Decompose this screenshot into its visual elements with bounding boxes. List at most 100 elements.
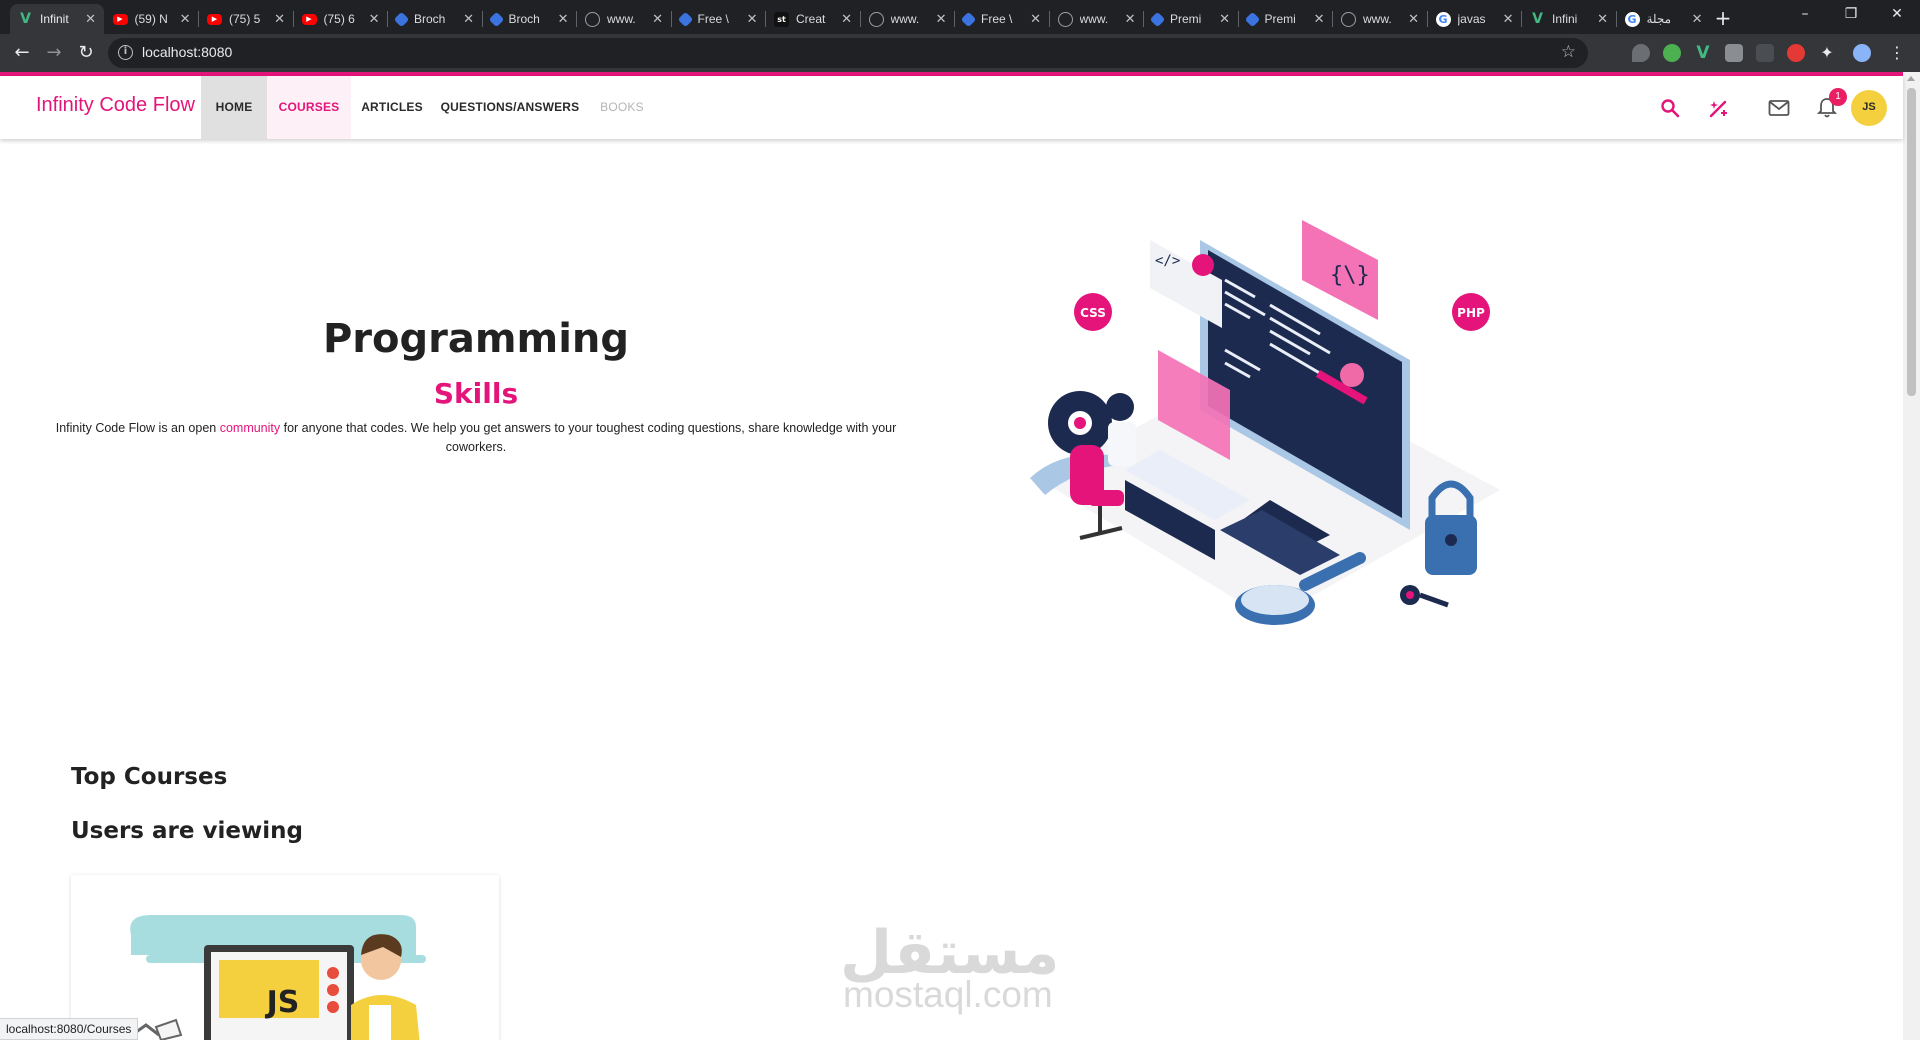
- extensions-puzzle-icon[interactable]: ✦: [1818, 44, 1836, 62]
- browser-tab[interactable]: G مجلة ✕: [1617, 4, 1711, 34]
- browser-tab-title: (75) 6: [323, 12, 355, 26]
- new-tab-button[interactable]: +: [1709, 4, 1737, 32]
- site-icon: [488, 11, 504, 27]
- shield-extension-icon[interactable]: [1632, 44, 1650, 62]
- top-courses-heading: Top Courses: [71, 764, 228, 790]
- link-status-bar: localhost:8080/Courses: [0, 1018, 139, 1040]
- course-card-image: JS: [122, 915, 426, 1040]
- tab-close-icon[interactable]: ✕: [274, 12, 285, 27]
- php-bubble-label: PHP: [1457, 306, 1485, 320]
- forward-arrow-icon[interactable]: →: [42, 41, 66, 65]
- extension-grey-icon[interactable]: [1756, 44, 1774, 62]
- tab-close-icon[interactable]: ✕: [1125, 12, 1136, 27]
- tab-close-icon[interactable]: ✕: [1314, 12, 1325, 27]
- globe-icon: [1341, 11, 1356, 27]
- browser-tab[interactable]: V Infinit ✕: [10, 4, 104, 34]
- browser-tab-title: www.: [1363, 12, 1392, 26]
- tab-close-icon[interactable]: ✕: [747, 12, 758, 27]
- browser-tab-title: Free \: [697, 12, 729, 26]
- youtube-icon: ▶: [112, 13, 128, 25]
- browser-tab-title: www.: [1079, 12, 1109, 26]
- browser-tab[interactable]: www. ✕: [577, 4, 671, 34]
- tab-close-icon[interactable]: ✕: [936, 12, 947, 27]
- back-arrow-icon[interactable]: ←: [10, 41, 34, 65]
- hero-illustration: {\} </> CSS PHP: [1000, 200, 1520, 670]
- browser-tab[interactable]: www. ✕: [861, 4, 955, 34]
- nav-questions-answers[interactable]: QUESTIONS/ANSWERS: [440, 76, 580, 139]
- page-scrollbar[interactable]: [1903, 72, 1920, 1040]
- tab-close-icon[interactable]: ✕: [1030, 12, 1041, 27]
- address-bar[interactable]: i localhost:8080 ☆: [108, 38, 1588, 68]
- browser-tab[interactable]: ▶ (75) 5 ✕: [199, 4, 293, 34]
- site-header: Infinity Code Flow HOME COURSES ARTICLES…: [0, 76, 1903, 139]
- browser-tab-title: Premi: [1170, 12, 1202, 26]
- extension-window-icon[interactable]: [1725, 44, 1743, 62]
- site-icon: [677, 11, 693, 27]
- scrollbar-thumb[interactable]: [1907, 88, 1916, 396]
- tab-close-icon[interactable]: ✕: [1219, 12, 1230, 27]
- tab-close-icon[interactable]: ✕: [85, 12, 96, 27]
- minimize-icon[interactable]: –: [1782, 0, 1828, 30]
- close-window-icon[interactable]: ✕: [1874, 0, 1920, 30]
- tab-close-icon[interactable]: ✕: [1408, 12, 1419, 27]
- nav-books[interactable]: BOOKS: [592, 76, 652, 139]
- community-link[interactable]: community: [220, 421, 280, 435]
- browser-tab-title: www.: [607, 12, 636, 26]
- browser-tab[interactable]: Premi ✕: [1144, 4, 1238, 34]
- extension-red-icon[interactable]: [1787, 44, 1805, 62]
- browser-tab[interactable]: Free \ ✕: [672, 4, 766, 34]
- tab-close-icon[interactable]: ✕: [558, 12, 569, 27]
- tab-close-icon[interactable]: ✕: [1597, 12, 1608, 27]
- magic-wand-icon[interactable]: [1705, 94, 1733, 122]
- js-badge-text: JS: [265, 985, 300, 1020]
- tab-close-icon[interactable]: ✕: [1503, 12, 1514, 27]
- search-icon[interactable]: [1656, 94, 1684, 122]
- profile-avatar-icon[interactable]: [1853, 44, 1871, 62]
- browser-tab-title: Broch: [414, 12, 446, 26]
- browser-tab-title: javas: [1457, 12, 1486, 26]
- site-icon: [1149, 11, 1166, 27]
- browser-tab-title: Infini: [1552, 12, 1578, 26]
- vue-devtools-icon[interactable]: V: [1694, 44, 1712, 62]
- bookmark-star-icon[interactable]: ☆: [1561, 42, 1576, 62]
- browser-tab[interactable]: Gjavas ✕: [1428, 4, 1522, 34]
- browser-tab-strip: V Infinit ✕ ▶ (59) N ✕ ▶ (75) 5 ✕ ▶ (75) 6 ✕ Broch ✕ B…: [0, 0, 1920, 34]
- browser-tab[interactable]: ▶ (75) 6 ✕: [294, 4, 388, 34]
- browser-tab[interactable]: st Creat ✕: [766, 4, 860, 34]
- browser-tab[interactable]: Premi ✕: [1239, 4, 1333, 34]
- browser-tab-title: Premi: [1264, 12, 1296, 26]
- site-icon: [393, 11, 410, 27]
- course-card[interactable]: JS: [71, 875, 499, 1040]
- nav-courses[interactable]: COURSES: [267, 76, 351, 139]
- browser-tab[interactable]: Broch ✕: [388, 4, 482, 34]
- site-info-icon[interactable]: i: [118, 45, 133, 60]
- nav-home[interactable]: HOME: [201, 76, 267, 139]
- mail-icon[interactable]: [1765, 94, 1793, 122]
- extension-color-icon[interactable]: [1663, 44, 1681, 62]
- watermark-latin: mostaql.com: [843, 974, 1053, 1015]
- reload-icon[interactable]: ↻: [74, 41, 98, 65]
- vue-icon: V: [20, 11, 31, 27]
- browser-tab[interactable]: Broch ✕: [483, 4, 577, 34]
- tab-close-icon[interactable]: ✕: [369, 12, 380, 27]
- google-icon: G: [1624, 11, 1640, 27]
- svg-text:{\}: {\}: [1330, 263, 1370, 288]
- tab-close-icon[interactable]: ✕: [1692, 12, 1703, 27]
- scroll-up-arrow-icon[interactable]: [1907, 76, 1915, 81]
- browser-tab[interactable]: www. ✕: [1333, 4, 1427, 34]
- tab-close-icon[interactable]: ✕: [463, 12, 474, 27]
- nav-articles[interactable]: ARTICLES: [355, 76, 429, 139]
- restore-icon[interactable]: ❐: [1828, 0, 1874, 30]
- user-avatar[interactable]: JS: [1851, 90, 1887, 126]
- browser-tab[interactable]: ▶ (59) N ✕: [105, 4, 199, 34]
- tab-close-icon[interactable]: ✕: [180, 12, 191, 27]
- browser-menu-icon[interactable]: ⋮: [1888, 44, 1906, 62]
- browser-tab[interactable]: Free \ ✕: [955, 4, 1049, 34]
- vue-icon: V: [1532, 11, 1543, 27]
- st-icon: st: [774, 11, 789, 27]
- site-logo[interactable]: Infinity Code Flow: [36, 94, 195, 117]
- browser-tab[interactable]: www. ✕: [1050, 4, 1144, 34]
- tab-close-icon[interactable]: ✕: [652, 12, 663, 27]
- browser-tab[interactable]: V Infini ✕: [1522, 4, 1616, 34]
- tab-close-icon[interactable]: ✕: [841, 12, 852, 27]
